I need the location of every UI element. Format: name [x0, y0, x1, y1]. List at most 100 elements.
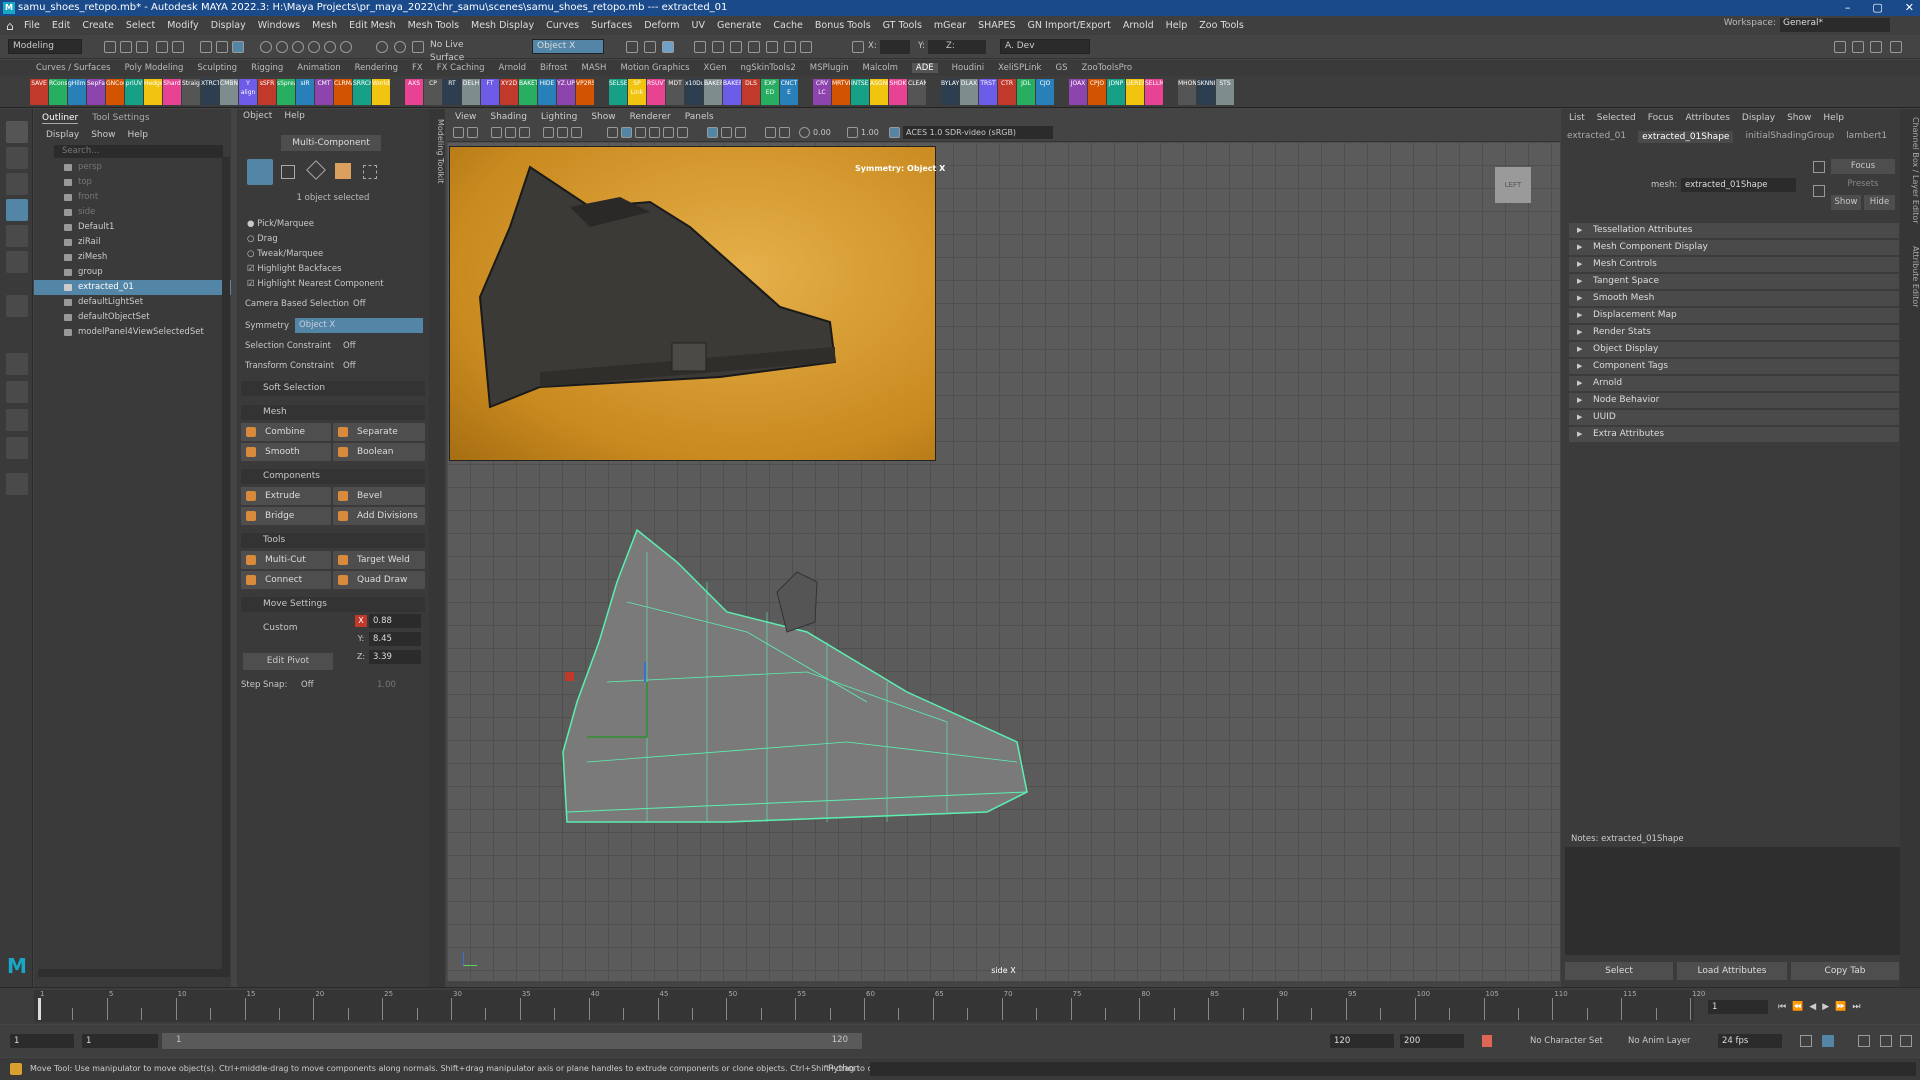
shelf-button-ctr[interactable]: CTR: [998, 79, 1016, 105]
checkbox-highlight-backfaces[interactable]: ☑ Highlight Backfaces: [247, 262, 384, 277]
presets-button[interactable]: Presets: [1831, 177, 1895, 192]
radio-pick-marquee[interactable]: ● Pick/Marquee: [247, 217, 384, 232]
menu-windows[interactable]: Windows: [258, 20, 300, 31]
shelf-button-shdk[interactable]: SHDK: [889, 79, 907, 105]
range-bar[interactable]: 1 120: [162, 1033, 862, 1049]
quad-draw-button[interactable]: Quad Draw: [333, 571, 425, 589]
snap-uv-icon[interactable]: [394, 41, 406, 53]
ae-tab-extracted-01shape[interactable]: extracted_01Shape: [1638, 131, 1734, 143]
shelf-tab[interactable]: ngSkinTools2: [741, 63, 796, 73]
shelf-button-save[interactable]: SAVE: [30, 79, 48, 105]
xray-icon[interactable]: [707, 127, 718, 138]
section-smooth-mesh[interactable]: Smooth Mesh: [1569, 291, 1899, 306]
wireframe-icon[interactable]: [607, 127, 618, 138]
menu-edit-mesh[interactable]: Edit Mesh: [349, 20, 395, 31]
modeling-toolkit-vertical-tab[interactable]: Modeling Toolkit: [429, 109, 445, 987]
outliner-item-modelpanel4viewselectedset[interactable]: modelPanel4ViewSelectedSet: [34, 325, 231, 340]
section-mesh-component-display[interactable]: Mesh Component Display: [1569, 240, 1899, 255]
shelf-button-xtrct[interactable]: XTRCT: [201, 79, 219, 105]
shelf-button-sspread[interactable]: sSpread: [277, 79, 295, 105]
shelf-button-sellm[interactable]: SELLM: [1145, 79, 1163, 105]
shelf-button-hide[interactable]: HIDE: [538, 79, 556, 105]
outliner-item-persp[interactable]: persp: [34, 160, 231, 175]
light-editor-icon[interactable]: [748, 41, 760, 53]
shelf-button-ssfr[interactable]: sSFR: [258, 79, 276, 105]
color-management-icon[interactable]: [889, 127, 900, 138]
menu-modify[interactable]: Modify: [167, 20, 198, 31]
shelf-button-jdl[interactable]: JDL: [1017, 79, 1035, 105]
separate-button[interactable]: Separate: [333, 423, 425, 441]
save-scene-icon[interactable]: [136, 41, 148, 53]
selection-constraint-value[interactable]: Off: [343, 341, 356, 351]
menu-deform[interactable]: Deform: [644, 20, 679, 31]
select-button[interactable]: Select: [1565, 962, 1673, 980]
copy-tab-button[interactable]: Copy Tab: [1791, 962, 1899, 980]
layout-toggle-icon[interactable]: [1834, 41, 1846, 53]
show-button[interactable]: Show: [1831, 195, 1861, 210]
tools-section-header[interactable]: Tools: [241, 533, 425, 548]
scene-start-field[interactable]: 1: [10, 1034, 74, 1048]
shelf-button-straight[interactable]: Straight: [182, 79, 200, 105]
shelf-tab[interactable]: FX Caching: [437, 63, 485, 73]
mesh-name-field[interactable]: extracted_01Shape: [1681, 178, 1796, 192]
shelf-button-hedges[interactable]: Hedges: [144, 79, 162, 105]
textured-icon[interactable]: [649, 127, 660, 138]
menu-curves[interactable]: Curves: [546, 20, 579, 31]
menu-surfaces[interactable]: Surfaces: [591, 20, 632, 31]
select-object-icon[interactable]: [216, 41, 228, 53]
hide-button[interactable]: Hide: [1864, 195, 1895, 210]
shelf-button-sir[interactable]: sIR: [296, 79, 314, 105]
shelf-button-rconst[interactable]: RConst: [49, 79, 67, 105]
outliner-menu-display[interactable]: Display: [46, 130, 79, 140]
snap-curve-icon[interactable]: [276, 41, 288, 53]
maximize-button[interactable]: ▢: [1872, 0, 1882, 16]
shelf-button-mdt[interactable]: MDT: [666, 79, 684, 105]
move-settings-header[interactable]: Move Settings: [241, 597, 425, 612]
camera-based-selection-value[interactable]: Off: [353, 299, 366, 309]
modeling-toolkit-toggle-icon[interactable]: [1890, 41, 1902, 53]
single-perspective-layout-icon[interactable]: [6, 353, 28, 375]
section-extra-attributes[interactable]: Extra Attributes: [1569, 427, 1899, 442]
add-divisions-button[interactable]: Add Divisions: [333, 507, 425, 525]
exposure-value[interactable]: 0.00: [813, 128, 831, 137]
soft-selection-header[interactable]: Soft Selection: [241, 381, 425, 396]
ae-menu-list[interactable]: List: [1569, 113, 1585, 123]
tab-outliner[interactable]: Outliner: [42, 113, 79, 124]
menu-shapes[interactable]: SHAPES: [978, 20, 1015, 31]
four-view-layout-icon[interactable]: [6, 381, 28, 403]
ipr-icon[interactable]: [662, 41, 674, 53]
section-arnold[interactable]: Arnold: [1569, 376, 1899, 391]
shelf-button-rsuvt[interactable]: RSUVT: [647, 79, 665, 105]
shelf-button-joax[interactable]: JOAX: [1069, 79, 1087, 105]
shelf-button-yz-up[interactable]: YZ.UP: [557, 79, 575, 105]
shelf-tab-active[interactable]: ADE: [911, 63, 938, 73]
shelf-tab[interactable]: MSPlugin: [810, 63, 849, 73]
loop-icon[interactable]: [1800, 1035, 1812, 1047]
menu-gt-tools[interactable]: GT Tools: [883, 20, 922, 31]
shelf-tab[interactable]: Malcolm: [863, 63, 898, 73]
snap-grid-icon[interactable]: [260, 41, 272, 53]
menu-mesh[interactable]: Mesh: [312, 20, 337, 31]
camera-attributes-icon[interactable]: [467, 127, 478, 138]
render-setup-icon[interactable]: [730, 41, 742, 53]
select-tool-icon[interactable]: [6, 121, 28, 143]
last-tool-icon[interactable]: [6, 295, 28, 317]
shelf-button-srrch[interactable]: SRRCH: [353, 79, 371, 105]
ae-menu-focus[interactable]: Focus: [1648, 113, 1674, 123]
shelf-button-vp2rst[interactable]: VP2RST: [576, 79, 594, 105]
snap-point-icon[interactable]: [292, 41, 304, 53]
outliner-layout-icon[interactable]: [6, 437, 28, 459]
film-gate-icon[interactable]: [543, 127, 554, 138]
shelf-button-cmbn[interactable]: CMBN: [220, 79, 238, 105]
ae-tab-initialshadinggroup[interactable]: initialShadingGroup: [1745, 131, 1834, 143]
shelf-tab[interactable]: XeliSPLink: [998, 63, 1041, 73]
ae-tab-lambert1[interactable]: lambert1: [1846, 131, 1887, 143]
shelf-button-sknnr[interactable]: SKNNR: [1197, 79, 1215, 105]
channel-box-toggle-icon[interactable]: [1852, 41, 1864, 53]
shelf-button-trst[interactable]: TRST: [979, 79, 997, 105]
outliner-scrollbar[interactable]: [222, 157, 230, 977]
radio-drag[interactable]: ○ Drag: [247, 232, 384, 247]
view-transform-dropdown[interactable]: ACES 1.0 SDR-video (sRGB): [903, 126, 1053, 139]
shelf-button-cp[interactable]: CP: [424, 79, 442, 105]
shelf-button-ft[interactable]: FT: [481, 79, 499, 105]
